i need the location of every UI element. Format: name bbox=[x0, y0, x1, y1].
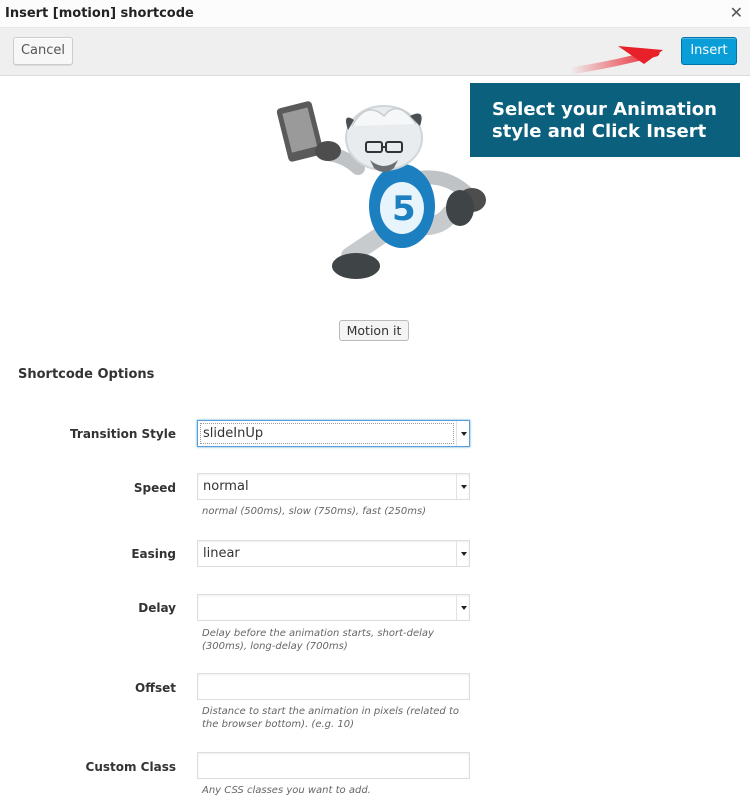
dialog-title: Insert [motion] shortcode bbox=[5, 6, 194, 21]
svg-text:5: 5 bbox=[392, 189, 416, 229]
chevron-down-icon[interactable] bbox=[456, 421, 469, 446]
offset-input[interactable] bbox=[197, 673, 470, 700]
custom-class-label: Custom Class bbox=[85, 760, 176, 774]
insert-button[interactable]: Insert bbox=[681, 37, 737, 65]
custom-class-hint: Any CSS classes you want to add. bbox=[202, 785, 371, 796]
callout-line-1: Select your Animation bbox=[492, 99, 717, 120]
delay-select[interactable] bbox=[197, 594, 470, 621]
speed-label: Speed bbox=[133, 481, 176, 495]
speed-value: normal bbox=[203, 479, 249, 494]
callout-line-2: style and Click Insert bbox=[492, 121, 707, 142]
delay-label: Delay bbox=[138, 601, 176, 615]
easing-label: Easing bbox=[131, 547, 176, 561]
focus-ring bbox=[200, 423, 454, 444]
offset-hint: Distance to start the animation in pixel… bbox=[202, 706, 459, 730]
custom-class-input[interactable] bbox=[197, 752, 470, 779]
speed-select[interactable]: normal bbox=[197, 473, 470, 500]
mascot-illustration: 5 bbox=[276, 101, 486, 279]
chevron-down-icon[interactable] bbox=[456, 541, 469, 566]
easing-select[interactable]: linear bbox=[197, 540, 470, 567]
transition-style-select[interactable]: slideInUp bbox=[197, 420, 470, 447]
instruction-callout: Select your Animation style and Click In… bbox=[470, 83, 740, 157]
delay-hint: Delay before the animation starts, short… bbox=[202, 628, 434, 652]
cancel-button[interactable]: Cancel bbox=[13, 37, 73, 65]
easing-value: linear bbox=[203, 546, 240, 561]
dialog-titlebar: Insert [motion] shortcode ✕ bbox=[0, 0, 750, 28]
chevron-down-icon[interactable] bbox=[456, 595, 469, 620]
chevron-down-icon[interactable] bbox=[456, 474, 469, 499]
shortcode-options-heading: Shortcode Options bbox=[18, 367, 155, 382]
close-icon[interactable]: ✕ bbox=[730, 3, 743, 22]
transition-style-label: Transition Style bbox=[70, 427, 176, 441]
speed-hint: normal (500ms), slow (750ms), fast (250m… bbox=[202, 506, 427, 517]
offset-label: Offset bbox=[135, 681, 176, 695]
motion-it-button[interactable]: Motion it bbox=[339, 320, 409, 341]
pointer-arrow-icon bbox=[566, 46, 663, 75]
